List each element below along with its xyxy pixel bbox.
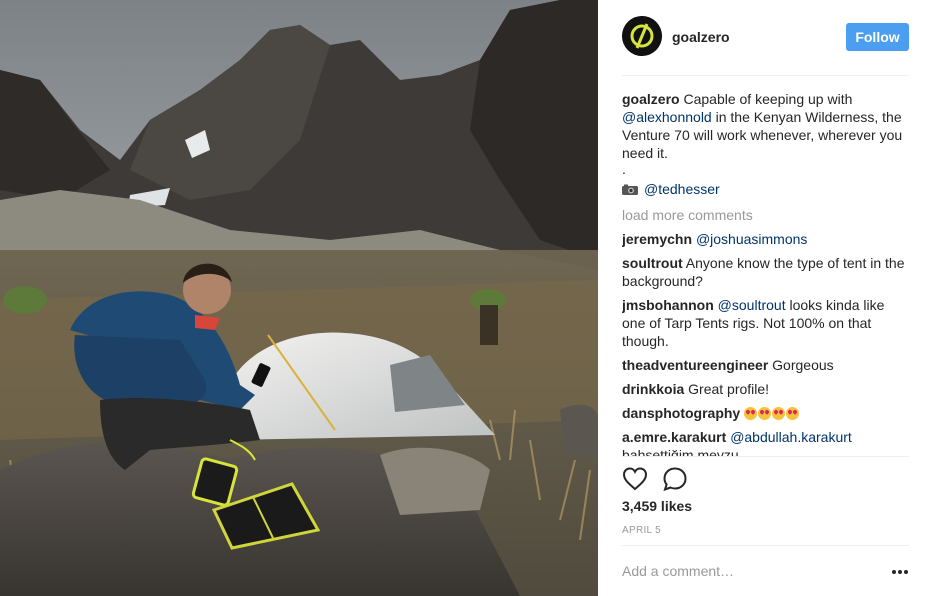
caption-text-start: Capable of keeping up with <box>683 91 853 107</box>
photo-credit: @tedhesser <box>622 180 909 198</box>
comment-mention[interactable]: @soultrout <box>718 297 786 313</box>
comment-username[interactable]: soultrout <box>622 255 683 271</box>
comment-item: jeremychn @joshuasimmons <box>622 230 909 248</box>
comment-text: Great profile! <box>688 381 770 397</box>
heart-eyes-emoji-icon <box>772 407 786 420</box>
post-header: goalzero Follow <box>622 16 909 76</box>
caption-username[interactable]: goalzero <box>622 91 680 107</box>
comment-item: theadventureengineer Gorgeous <box>622 356 909 374</box>
comment-username[interactable]: a.emre.karakurt <box>622 429 726 445</box>
follow-button[interactable]: Follow <box>846 23 909 51</box>
post-sidebar: goalzero Follow goalzero Capable of keep… <box>598 0 929 596</box>
caption: goalzero Capable of keeping up with @ale… <box>622 90 909 198</box>
comment-username[interactable]: dansphotography <box>622 405 740 421</box>
avatar[interactable] <box>622 16 662 56</box>
comment-bubble-icon[interactable] <box>662 466 688 492</box>
comment-mention[interactable]: @abdullah.karakurt <box>730 429 852 445</box>
comment-item: soultrout Anyone know the type of tent i… <box>622 254 909 290</box>
post-author-username[interactable]: goalzero <box>672 29 730 45</box>
credit-mention[interactable]: @tedhesser <box>644 180 720 198</box>
caption-mention[interactable]: @alexhonnold <box>622 109 712 125</box>
comment-username[interactable]: jeremychn <box>622 231 692 247</box>
post-photo[interactable] <box>0 0 598 596</box>
post-date[interactable]: APRIL 5 <box>622 525 661 536</box>
comment-item: dansphotography <box>622 404 909 422</box>
post-photo-illustration <box>0 0 598 596</box>
comment-text: bahsettiğim meyzu <box>622 447 739 456</box>
comment-mention[interactable]: @joshuasimmons <box>696 231 807 247</box>
camera-emoji-icon <box>622 184 638 195</box>
divider <box>622 456 909 457</box>
comment-item: jmsbohannon @soultrout looks kinda like … <box>622 296 909 350</box>
comment-item: a.emre.karakurt @abdullah.karakurt bahse… <box>622 428 909 456</box>
goalzero-logo-icon <box>622 16 662 56</box>
likes-count[interactable]: 3,459 likes <box>622 498 692 514</box>
caption-dot: . <box>622 161 626 177</box>
add-comment-input[interactable] <box>622 560 882 582</box>
comment-username[interactable]: drinkkoia <box>622 381 684 397</box>
comment-username[interactable]: theadventureengineer <box>622 357 768 373</box>
heart-eyes-emoji-icon <box>758 407 772 420</box>
comments-list[interactable]: goalzero Capable of keeping up with @ale… <box>622 90 909 456</box>
heart-eyes-emoji-icon <box>786 407 800 420</box>
more-options-icon[interactable] <box>890 569 910 575</box>
like-heart-icon[interactable] <box>622 466 648 492</box>
heart-eyes-emoji-group <box>744 405 800 421</box>
heart-eyes-emoji-icon <box>744 407 758 420</box>
divider <box>622 545 909 546</box>
comment-text: Gorgeous <box>772 357 834 373</box>
comment-username[interactable]: jmsbohannon <box>622 297 714 313</box>
load-more-comments-link[interactable]: load more comments <box>622 206 909 224</box>
comment-item: drinkkoia Great profile! <box>622 380 909 398</box>
